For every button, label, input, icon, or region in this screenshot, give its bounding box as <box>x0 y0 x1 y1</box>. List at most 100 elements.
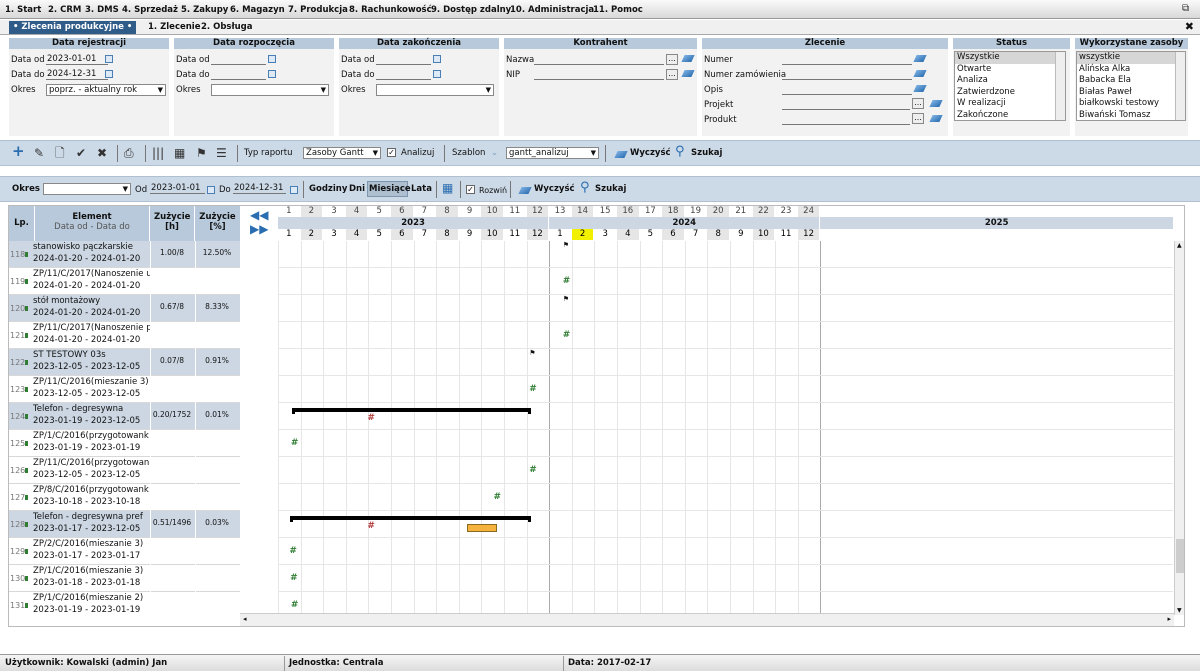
list-item[interactable]: Biwański Tomasz <box>1077 110 1185 121</box>
summary-bar[interactable] <box>291 408 531 412</box>
list-item[interactable]: wszystkie <box>1077 52 1185 64</box>
numer-input[interactable] <box>782 54 912 65</box>
header-zuzycie-h[interactable]: Zużycie [h] <box>150 206 195 241</box>
table-row[interactable]: 122 ST TESTOWY 03s 2023-12-05 - 2023-12-05… <box>9 349 240 376</box>
kontrahent-nip-input[interactable] <box>534 69 664 80</box>
table-row[interactable]: 130 ZP/1/C/2016(mieszanie 3) 2023-01-18 - … <box>9 565 240 592</box>
header-lp[interactable]: Lp. <box>9 206 35 241</box>
eraser-icon[interactable] <box>681 70 695 77</box>
eraser-icon[interactable] <box>913 55 927 62</box>
menu-dms[interactable]: 3. DMS <box>85 5 119 15</box>
edit-icon[interactable]: ✎ <box>34 146 44 160</box>
projekt-input[interactable] <box>782 99 910 110</box>
eraser-icon[interactable] <box>518 187 532 194</box>
scrollbar[interactable] <box>1055 52 1065 120</box>
menu-rachunkowosc[interactable]: 8. Rachunkowość <box>349 5 432 15</box>
table-row[interactable]: 128 Telefon - degresywna pref 2023-01-17 -… <box>9 511 240 538</box>
dni-button[interactable]: Dni <box>349 184 365 194</box>
menu-produkcja[interactable]: 7. Produkcja <box>288 5 348 15</box>
task-marker[interactable]: # <box>291 439 299 448</box>
data-od-input[interactable] <box>376 54 431 65</box>
chevron-down-icon[interactable]: ⌄ <box>491 148 498 158</box>
delete-icon[interactable]: ✖ <box>97 146 107 160</box>
calendar-icon[interactable] <box>433 55 441 63</box>
okres-select[interactable]: poprz. - aktualny rok ▼ <box>46 84 166 96</box>
calendar-icon[interactable] <box>268 70 276 78</box>
list-item[interactable]: Alińska Alka <box>1077 64 1185 76</box>
lata-button[interactable]: Lata <box>411 184 432 194</box>
eraser-icon[interactable] <box>913 70 927 77</box>
task-marker[interactable]: # <box>529 385 537 394</box>
data-do-input[interactable]: 2024-12-31 <box>46 69 108 80</box>
header-zuzycie-p[interactable]: Zużycie [%] <box>195 206 240 241</box>
calendar-icon[interactable] <box>207 186 215 194</box>
okres-select[interactable]: ▼ <box>376 84 494 96</box>
scrollbar[interactable] <box>1175 52 1185 120</box>
task-marker[interactable]: # <box>290 574 298 583</box>
browse-button[interactable]: ... <box>666 69 678 80</box>
milestone-flag-icon[interactable]: ⚑ <box>563 242 569 249</box>
list-item[interactable]: Zakończone <box>955 110 1065 121</box>
list-item[interactable]: Otwarte <box>955 64 1065 76</box>
okres-select[interactable]: ▼ <box>43 183 131 195</box>
typ-raportu-select[interactable]: Zasoby Gantt ▼ <box>303 147 381 159</box>
menu-administracja[interactable]: 10. Administracja <box>510 5 594 15</box>
task-marker[interactable]: # <box>494 493 502 502</box>
menu-zakupy[interactable]: 5. Zakupy <box>181 5 228 15</box>
wyczysc-button[interactable]: Wyczyść <box>630 148 671 158</box>
od-date-input[interactable]: 2023-01-01 <box>150 183 205 194</box>
list-item[interactable]: Zatwierdzone <box>955 87 1065 99</box>
browse-button[interactable]: ... <box>912 98 924 109</box>
table-row[interactable]: 120 stół montażowy 2024-01-20 - 2024-01-20… <box>9 295 240 322</box>
grid-icon[interactable]: ▦ <box>442 181 453 195</box>
zasoby-listbox[interactable]: wszystkie Alińska Alka Babacka Ela Biała… <box>1076 51 1186 121</box>
header-element[interactable]: Element Data od - Data do <box>35 206 150 241</box>
scroll-down-icon[interactable]: ▼ <box>1177 607 1182 614</box>
status-listbox[interactable]: Wszystkie Otwarte Analiza Zatwierdzone W… <box>954 51 1066 121</box>
numer-zamowienia-input[interactable] <box>782 69 912 80</box>
rozwin-checkbox[interactable]: ✓ <box>466 185 475 194</box>
task-marker[interactable]: # <box>291 601 299 610</box>
scroll-thumb[interactable] <box>1176 539 1184 573</box>
calendar-icon[interactable] <box>268 55 276 63</box>
fast-forward-icon[interactable]: ▶▶ <box>250 222 268 236</box>
flag-icon[interactable]: ⚑ <box>196 146 207 160</box>
szablon-label[interactable]: Szablon <box>452 148 485 158</box>
list-item[interactable]: Analiza <box>955 75 1065 87</box>
menu-magazyn[interactable]: 6. Magazyn <box>230 5 285 15</box>
restore-window-icon[interactable]: ⧉ <box>1182 3 1194 15</box>
menu-pomoc[interactable]: 11. Pomoc <box>593 5 643 15</box>
task-marker[interactable]: # <box>289 547 297 556</box>
menu-start[interactable]: 1. Start <box>5 5 41 15</box>
table-row[interactable]: 119 ZP/11/C/2017(Nanoszenie u 2024-01-20 -… <box>9 268 240 295</box>
scroll-right-icon[interactable]: ▸ <box>1167 615 1171 623</box>
data-do-input[interactable] <box>376 69 431 80</box>
opis-input[interactable] <box>782 84 912 95</box>
analizuj-checkbox[interactable]: ✓ <box>387 148 396 157</box>
calendar-icon[interactable] <box>105 70 113 78</box>
do-date-input[interactable]: 2024-12-31 <box>233 183 286 194</box>
vertical-scrollbar[interactable]: ▲ ▼ <box>1174 241 1184 615</box>
milestone-flag-icon[interactable]: ⚑ <box>563 296 569 303</box>
close-icon[interactable]: ✖ <box>1185 20 1194 33</box>
eraser-icon[interactable] <box>681 55 695 62</box>
tab-obsluga[interactable]: 2. Obsługa <box>201 22 253 32</box>
data-od-input[interactable] <box>211 54 266 65</box>
list-item[interactable]: Białas Paweł <box>1077 87 1185 99</box>
godziny-button[interactable]: Godziny <box>309 184 347 194</box>
list-item[interactable]: białkowski testowy <box>1077 98 1185 110</box>
search-icon[interactable]: ⚲ <box>580 181 590 195</box>
usage-marker[interactable]: # <box>367 414 375 423</box>
menu-crm[interactable]: 2. CRM <box>48 5 81 15</box>
task-marker[interactable]: # <box>563 331 571 340</box>
browse-button[interactable]: ... <box>666 54 678 65</box>
horizontal-scrollbar[interactable]: ◂ ▸ <box>240 613 1174 626</box>
table-row[interactable]: 131 ZP/1/C/2016(mieszanie 2) 2023-01-19 - … <box>9 592 240 615</box>
add-icon[interactable]: + <box>12 144 25 159</box>
usage-bar[interactable] <box>466 524 498 532</box>
data-do-input[interactable] <box>211 69 266 80</box>
milestone-flag-icon[interactable]: ⚑ <box>529 350 535 357</box>
check-icon[interactable]: ✔ <box>76 146 86 160</box>
data-od-input[interactable]: 2023-01-01 <box>46 54 108 65</box>
eraser-icon[interactable] <box>929 115 943 122</box>
